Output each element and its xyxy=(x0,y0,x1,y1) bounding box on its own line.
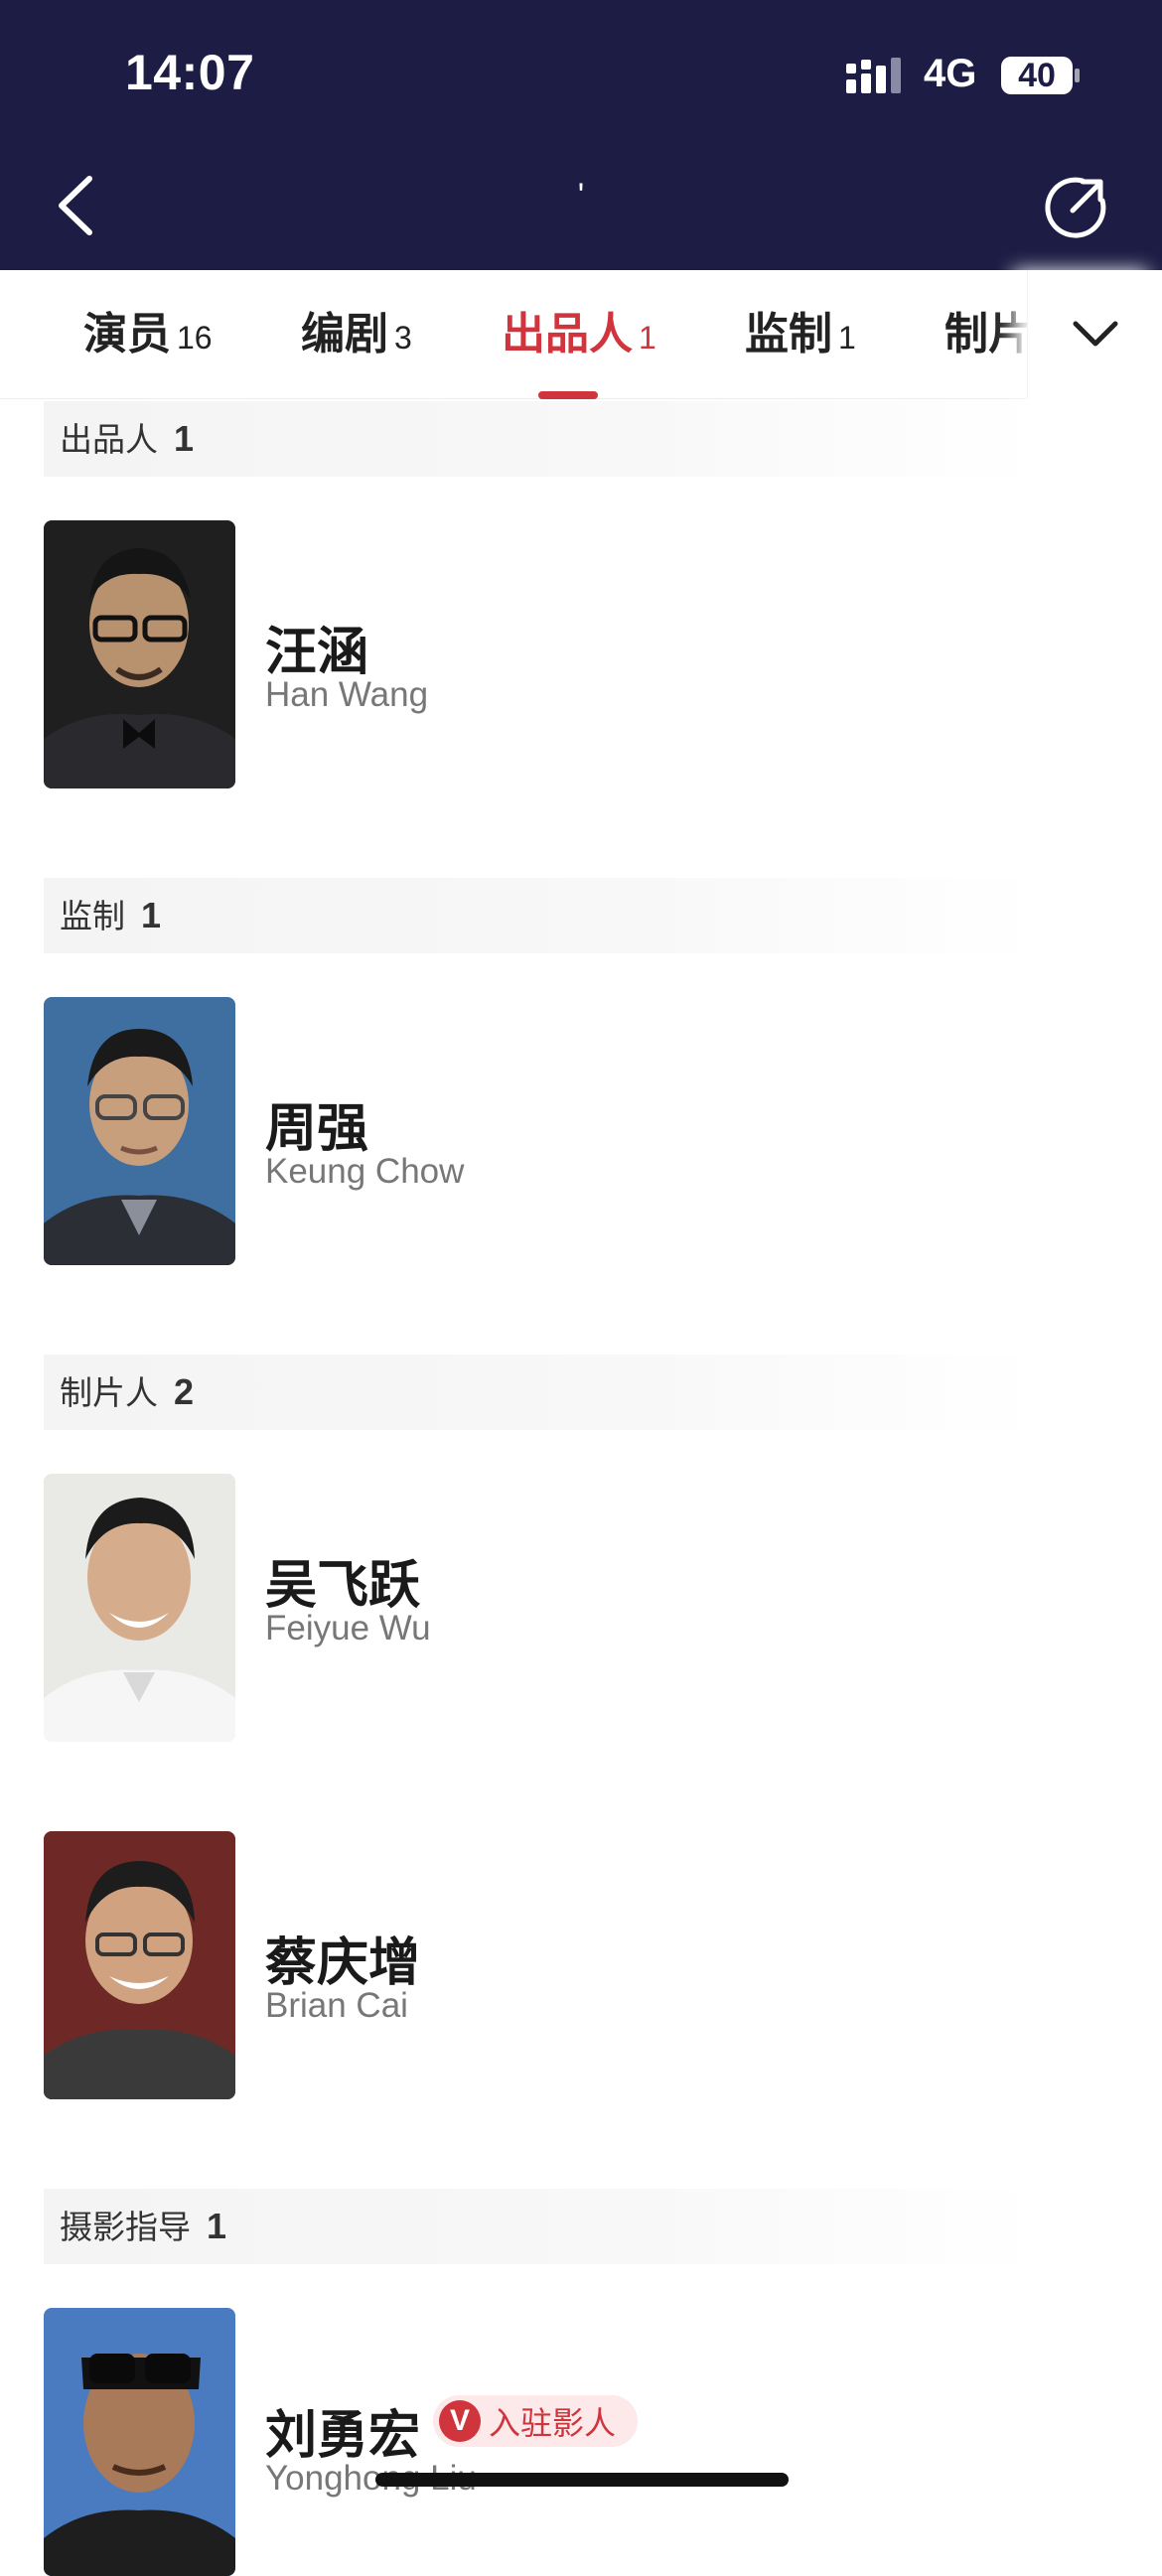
active-tab-indicator xyxy=(538,391,598,399)
section-count: 1 xyxy=(174,418,195,459)
back-chevron-icon[interactable] xyxy=(52,171,101,240)
section-header-cinematography: 摄影指导 1 xyxy=(44,2189,1037,2264)
verified-badge-text: 入驻影人 xyxy=(489,2405,617,2441)
person-card[interactable]: 汪涵 Han Wang xyxy=(44,520,1116,788)
tab-count: 1 xyxy=(639,320,656,356)
tab-production[interactable]: 制片 xyxy=(944,270,1038,399)
tab-label: 监制 xyxy=(745,310,832,358)
section-header-supervisor: 监制 1 xyxy=(44,878,1037,953)
person-card[interactable]: 吴飞跃 Feiyue Wu xyxy=(44,1474,1116,1742)
chevron-down-icon xyxy=(1073,321,1118,347)
tab-count: 1 xyxy=(838,320,856,356)
tab-supervisors[interactable]: 监制 1 xyxy=(745,270,856,399)
verified-badge: V 入驻影人 xyxy=(433,2395,639,2447)
role-tabs: 演员 16 编剧 3 出品人 1 监制 1 制片 xyxy=(0,270,1162,399)
tab-producers[interactable]: 出品人 1 xyxy=(502,270,656,399)
avatar xyxy=(44,1831,235,2099)
section-title: 出品人 xyxy=(60,421,158,458)
avatar xyxy=(44,2308,235,2576)
section-header-producer: 出品人 1 xyxy=(44,401,1037,477)
home-indicator xyxy=(375,2473,789,2487)
tab-screenwriters[interactable]: 编剧 3 xyxy=(301,270,412,399)
avatar xyxy=(44,997,235,1265)
section-header-production: 制片人 2 xyxy=(44,1355,1037,1430)
section-count: 1 xyxy=(207,2206,227,2246)
person-name-cn: 刘勇宏 xyxy=(265,2407,421,2465)
top-header: 14:07 4G 40 ' xyxy=(0,0,1162,270)
tab-actors[interactable]: 演员 16 xyxy=(83,270,213,399)
section-title: 摄影指导 xyxy=(60,2209,191,2245)
avatar xyxy=(44,1474,235,1742)
person-name-en: Keung Chow xyxy=(265,1152,465,1191)
person-name-cn: 蔡庆增 xyxy=(265,1934,421,1992)
section-title: 监制 xyxy=(60,898,125,934)
person-name-en: Brian Cai xyxy=(265,1986,408,2025)
tab-label: 编剧 xyxy=(301,310,388,358)
nav-title: ' xyxy=(577,177,585,215)
signal-strength-icon xyxy=(846,58,901,93)
person-name-en: Han Wang xyxy=(265,675,429,714)
tab-label: 制片 xyxy=(944,310,1032,358)
section-title: 制片人 xyxy=(60,1374,158,1411)
tab-label: 演员 xyxy=(83,310,171,358)
person-card[interactable]: 刘勇宏 V 入驻影人 Yonghong Liu xyxy=(44,2308,1116,2576)
person-name-cn: 周强 xyxy=(265,1100,369,1158)
battery-level: 40 xyxy=(1018,57,1056,94)
tabs-expand-button[interactable] xyxy=(1027,270,1162,399)
section-count: 1 xyxy=(141,895,162,935)
share-icon[interactable] xyxy=(1043,175,1108,240)
verified-v-icon: V xyxy=(439,2400,481,2442)
tab-count: 16 xyxy=(177,320,213,356)
person-name-en: Feiyue Wu xyxy=(265,1609,431,1647)
person-name-cn: 汪涵 xyxy=(265,624,369,681)
tab-label: 出品人 xyxy=(502,310,633,358)
section-count: 2 xyxy=(174,1371,195,1412)
person-card[interactable]: 蔡庆增 Brian Cai xyxy=(44,1831,1116,2099)
status-time: 14:07 xyxy=(125,45,255,100)
person-name-cn: 吴飞跃 xyxy=(265,1557,421,1615)
avatar xyxy=(44,520,235,788)
person-card[interactable]: 周强 Keung Chow xyxy=(44,997,1116,1265)
tab-count: 3 xyxy=(394,320,412,356)
network-type: 4G xyxy=(924,52,977,95)
